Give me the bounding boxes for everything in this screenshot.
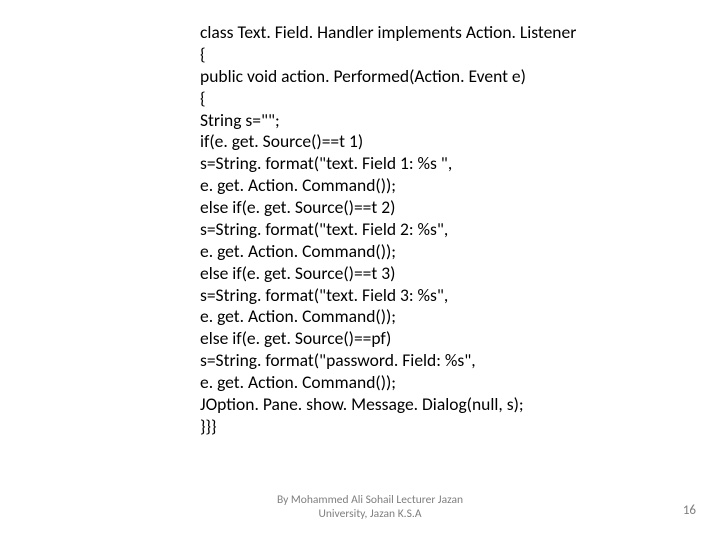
code-line: else if(e. get. Source()==t 2) bbox=[200, 197, 620, 219]
code-line: s=String. format("text. Field 3: %s", bbox=[200, 285, 620, 307]
code-line: e. get. Action. Command()); bbox=[200, 306, 620, 328]
code-line: JOption. Pane. show. Message. Dialog(nul… bbox=[200, 394, 620, 416]
code-line: s=String. format("text. Field 2: %s", bbox=[200, 219, 620, 241]
code-line: { bbox=[200, 44, 620, 66]
code-line: if(e. get. Source()==t 1) bbox=[200, 131, 620, 153]
code-line: else if(e. get. Source()==t 3) bbox=[200, 263, 620, 285]
code-line: else if(e. get. Source()==pf) bbox=[200, 328, 620, 350]
code-line: s=String. format("password. Field: %s", bbox=[200, 350, 620, 372]
code-line: e. get. Action. Command()); bbox=[200, 175, 620, 197]
code-line: class Text. Field. Handler implements Ac… bbox=[200, 22, 620, 44]
code-line: }}} bbox=[200, 416, 620, 438]
footer-credit: By Mohammed Ali Sohail Lecturer Jazan Un… bbox=[220, 494, 520, 522]
slide: class Text. Field. Handler implements Ac… bbox=[0, 0, 720, 540]
page-number: 16 bbox=[683, 503, 696, 518]
footer-credit-line: University, Jazan K.S.A bbox=[220, 508, 520, 522]
code-line: s=String. format("text. Field 1: %s ", bbox=[200, 153, 620, 175]
code-block: class Text. Field. Handler implements Ac… bbox=[200, 22, 620, 438]
footer-credit-line: By Mohammed Ali Sohail Lecturer Jazan bbox=[220, 494, 520, 508]
code-line: String s=""; bbox=[200, 110, 620, 132]
code-line: public void action. Performed(Action. Ev… bbox=[200, 66, 620, 88]
code-line: e. get. Action. Command()); bbox=[200, 372, 620, 394]
code-line: e. get. Action. Command()); bbox=[200, 241, 620, 263]
code-line: { bbox=[200, 88, 620, 110]
